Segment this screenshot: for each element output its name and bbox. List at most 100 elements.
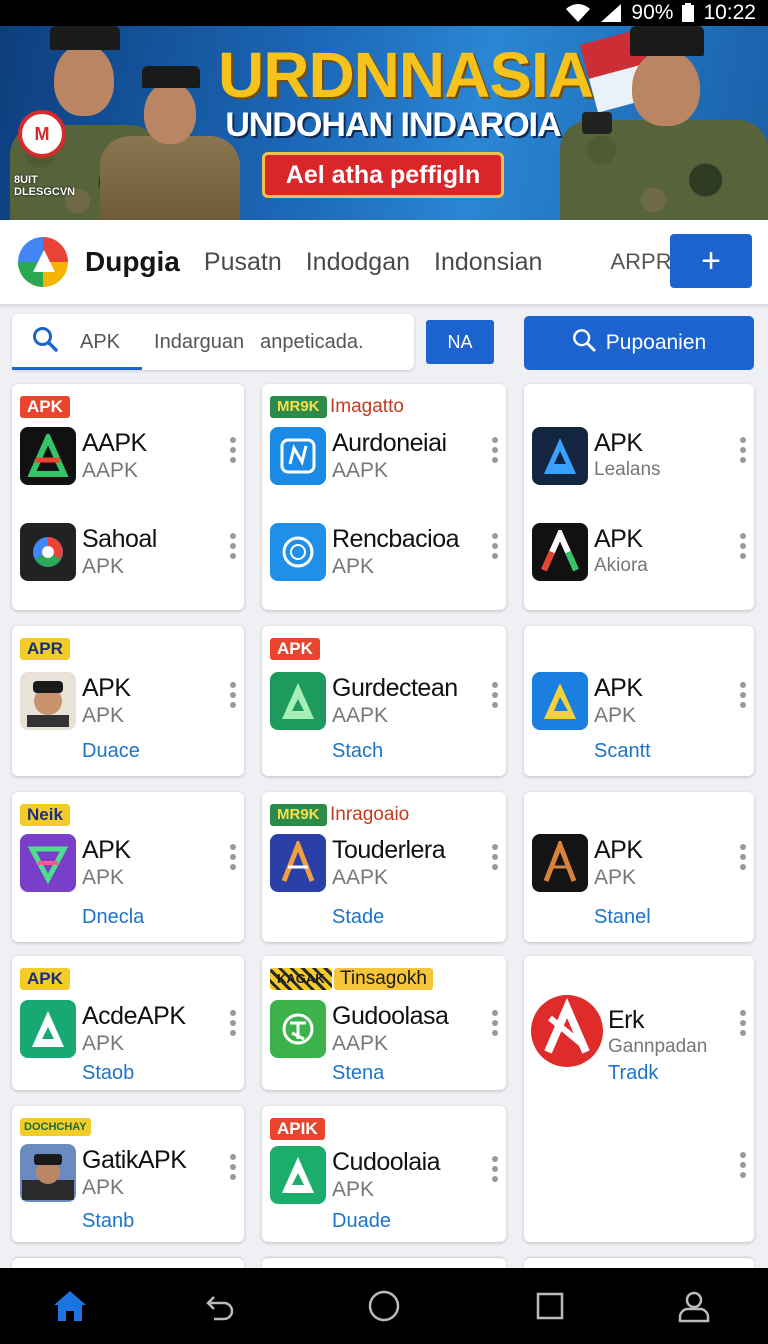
app-icon [20, 672, 76, 730]
app-card[interactable]: APK AcdeAPK APK Staob [12, 956, 244, 1090]
app-icon [20, 427, 76, 485]
app-card[interactable]: APIK Cudoolaia APK Duade [262, 1106, 506, 1242]
app-link[interactable]: Dnecla [82, 906, 144, 929]
app-list-item[interactable]: AAPK AAPK [12, 427, 244, 489]
app-card[interactable]: Erk Gannpadan Tradk [524, 956, 754, 1242]
more-options-icon[interactable] [492, 533, 498, 559]
nav-link-indodgan[interactable]: Indodgan [306, 248, 410, 277]
more-options-icon[interactable] [492, 682, 498, 708]
app-list-item[interactable]: GatikAPK APK [12, 1144, 244, 1206]
app-card[interactable]: APK APK Stanel [524, 792, 754, 942]
promo-banner[interactable]: M 8UIT DLESGCVN URDNNASIA UNDOHAN INDARO… [0, 26, 768, 220]
app-name: APK [594, 525, 643, 553]
app-link[interactable]: Staob [82, 1062, 134, 1085]
app-name: Aurdoneiai [332, 429, 447, 457]
app-link[interactable]: Stanb [82, 1210, 134, 1233]
brand-logo: M [18, 110, 66, 158]
home-icon[interactable] [52, 1288, 88, 1324]
circle-home-icon[interactable] [366, 1288, 402, 1324]
app-card[interactable]: APK AAPK AAPK Sahoal APK [12, 384, 244, 610]
app-list-item[interactable]: APK Akiora [524, 523, 754, 585]
app-brand-name[interactable]: Dupgia [85, 246, 180, 278]
logo-caption: 8UIT DLESGCVN [14, 174, 76, 198]
app-subtitle: AAPK [332, 866, 389, 889]
apk-badge: APK [20, 396, 70, 418]
app-list-item[interactable]: Rencbacioa APK [262, 523, 506, 585]
app-logo-icon[interactable] [18, 237, 68, 287]
app-card[interactable]: APR APK APK Duace [12, 626, 244, 776]
dochchay-badge: DOCHCHAY [20, 1118, 91, 1136]
na-button[interactable]: NA [426, 320, 494, 364]
more-options-icon[interactable] [230, 1154, 236, 1180]
more-options-icon[interactable] [740, 437, 746, 463]
more-options-icon[interactable] [230, 1010, 236, 1036]
recents-icon[interactable] [532, 1288, 568, 1324]
app-link[interactable]: Duade [332, 1210, 391, 1233]
app-name: APK [594, 674, 643, 702]
app-list-item[interactable]: Sahoal APK [12, 523, 244, 585]
app-list-item[interactable]: Touderlera AAPK [262, 834, 506, 896]
app-link[interactable]: Stach [332, 740, 383, 763]
more-options-icon[interactable] [740, 1152, 746, 1178]
app-link[interactable]: Tradk [608, 1062, 658, 1085]
app-subtitle: Gannpadan [608, 1036, 708, 1057]
app-card[interactable]: MR9K Inragoaio Touderlera AAPK Stade [262, 792, 506, 942]
more-options-icon[interactable] [740, 1010, 746, 1036]
app-list-item[interactable]: Erk Gannpadan [524, 994, 754, 1067]
app-list-item[interactable]: APK Lealans [524, 427, 754, 489]
app-card[interactable]: Neik APK APK Dnecla [12, 792, 244, 942]
more-options-icon[interactable] [740, 682, 746, 708]
search-input[interactable]: APK Indarguan anpeticada. [12, 314, 414, 370]
app-list-item[interactable]: AcdeAPK APK [12, 1000, 244, 1062]
app-card[interactable]: KAGAK Tinsagokh Gudoolasa AAPK Stena [262, 956, 506, 1090]
app-card[interactable]: APK Gurdectean AAPK Stach [262, 626, 506, 776]
more-options-icon[interactable] [492, 1156, 498, 1182]
app-subtitle: APK [82, 866, 125, 889]
app-link[interactable]: Scantt [594, 740, 651, 763]
battery-percent: 90% [631, 1, 674, 24]
app-list-item[interactable]: Gurdectean AAPK [262, 672, 506, 734]
app-icon [270, 834, 326, 892]
more-options-icon[interactable] [230, 682, 236, 708]
app-list-item[interactable]: APK APK [524, 834, 754, 896]
add-button[interactable]: + [670, 234, 752, 288]
app-list-item[interactable]: APK APK [524, 672, 754, 734]
nav-link-pusatn[interactable]: Pusatn [204, 248, 282, 277]
banner-cta-ribbon[interactable]: Ael atha peffigln [262, 152, 504, 198]
more-options-icon[interactable] [492, 844, 498, 870]
app-name: AAPK [82, 429, 147, 457]
app-list-item[interactable]: Gudoolasa AAPK [262, 1000, 506, 1062]
app-icon [532, 672, 588, 730]
more-options-icon[interactable] [492, 1010, 498, 1036]
app-link[interactable]: Duace [82, 740, 140, 763]
more-options-icon[interactable] [230, 844, 236, 870]
app-name: APK [82, 674, 131, 702]
app-link[interactable]: Stade [332, 906, 384, 929]
back-icon[interactable] [202, 1288, 238, 1324]
app-icon [270, 427, 326, 485]
app-list-item[interactable]: APK APK [12, 672, 244, 734]
nav-link-indonsian[interactable]: Indonsian [434, 248, 542, 277]
app-card[interactable]: APK APK Scantt [524, 626, 754, 776]
app-list-item[interactable]: Aurdoneiai AAPK [262, 427, 506, 489]
app-subtitle: APK [594, 866, 637, 889]
badge-caption: Inragoaio [330, 804, 410, 825]
more-options-icon[interactable] [740, 533, 746, 559]
app-icon [532, 427, 588, 485]
more-options-icon[interactable] [230, 437, 236, 463]
more-options-icon[interactable] [492, 437, 498, 463]
search-button[interactable]: Pupoanien [524, 316, 754, 370]
mr9k-badge: MR9K [270, 804, 327, 826]
app-card[interactable]: MR9K Imagatto Aurdoneiai AAPK Rencbacioa… [262, 384, 506, 610]
app-subtitle: AAPK [332, 1032, 389, 1055]
app-name: AcdeAPK [82, 1002, 186, 1030]
app-card[interactable]: APK Lealans APK Akiora [524, 384, 754, 610]
app-list-item[interactable]: Cudoolaia APK [262, 1146, 506, 1208]
app-list-item[interactable]: APK APK [12, 834, 244, 896]
app-link[interactable]: Stanel [594, 906, 651, 929]
app-link[interactable]: Stena [332, 1062, 384, 1085]
profile-icon[interactable] [676, 1288, 712, 1324]
more-options-icon[interactable] [230, 533, 236, 559]
app-card[interactable]: DOCHCHAY GatikAPK APK Stanb [12, 1106, 244, 1242]
more-options-icon[interactable] [740, 844, 746, 870]
